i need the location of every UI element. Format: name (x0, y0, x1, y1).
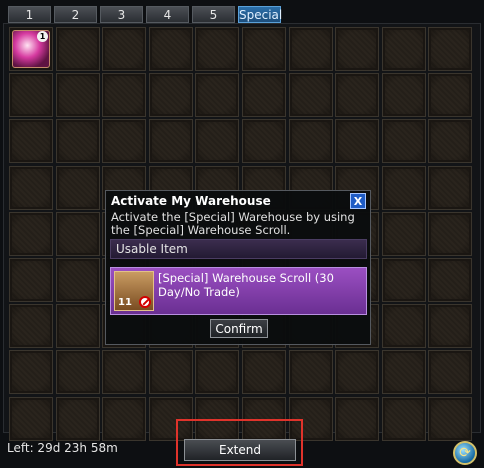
warehouse-slot[interactable] (9, 350, 53, 395)
warehouse-slot[interactable] (381, 165, 426, 210)
usable-item-header: Usable Item (110, 239, 367, 259)
warehouse-slot[interactable] (241, 350, 286, 395)
warehouse-slot[interactable] (102, 350, 147, 395)
warehouse-slot[interactable] (288, 27, 333, 71)
time-left: Left: 29d 23h 58m (7, 441, 118, 455)
warehouse-slot[interactable] (241, 119, 286, 164)
warehouse-slot[interactable] (428, 257, 473, 302)
tab-2[interactable]: 2 (54, 6, 97, 23)
warehouse-slot[interactable] (241, 27, 286, 71)
scroll-name: [Special] Warehouse Scroll (30 Day/No Tr… (158, 271, 334, 299)
warehouse-slot[interactable] (195, 119, 240, 164)
dialog-description: Activate the [Special] Warehouse by usin… (111, 210, 355, 237)
warehouse-slot[interactable] (55, 119, 100, 164)
warehouse-slot[interactable] (9, 119, 53, 164)
warehouse-slot[interactable] (55, 211, 100, 256)
warehouse-slot[interactable] (381, 27, 426, 71)
warehouse-slot[interactable] (381, 304, 426, 349)
gem-item-icon: 1 (12, 30, 50, 68)
warehouse-slot[interactable] (428, 165, 473, 210)
warehouse-slot[interactable] (102, 73, 147, 118)
warehouse-slot[interactable] (381, 73, 426, 118)
tab-1[interactable]: 1 (8, 6, 51, 23)
tab-bar: 1 2 3 4 5 Special (8, 6, 282, 24)
warehouse-slot[interactable] (55, 73, 100, 118)
dialog-title: Activate My Warehouse (111, 194, 271, 208)
warehouse-slot[interactable] (102, 396, 147, 441)
warehouse-slot[interactable] (381, 396, 426, 441)
warehouse-slot[interactable] (55, 350, 100, 395)
no-trade-icon (139, 296, 151, 308)
warehouse-slot[interactable] (9, 304, 53, 349)
warehouse-slot[interactable] (9, 165, 53, 210)
warehouse-slot[interactable] (55, 165, 100, 210)
warehouse-slot[interactable] (335, 350, 380, 395)
tab-3[interactable]: 3 (100, 6, 143, 23)
warehouse-slot[interactable] (381, 119, 426, 164)
warehouse-slot[interactable] (9, 73, 53, 118)
warehouse-slot[interactable] (428, 304, 473, 349)
tab-4[interactable]: 4 (146, 6, 189, 23)
warehouse-slot[interactable] (335, 27, 380, 71)
item-count: 1 (37, 31, 48, 42)
warehouse-slot[interactable] (428, 73, 473, 118)
tab-5[interactable]: 5 (192, 6, 235, 23)
confirm-button[interactable]: Confirm (210, 319, 268, 338)
warehouse-slot[interactable] (148, 350, 193, 395)
warehouse-slot[interactable] (148, 119, 193, 164)
warehouse-slot[interactable] (102, 27, 147, 71)
warehouse-slot[interactable] (335, 73, 380, 118)
warehouse-slot[interactable] (148, 27, 193, 71)
warehouse-slot[interactable] (335, 119, 380, 164)
warehouse-slot[interactable]: 1 (9, 27, 53, 71)
close-button[interactable]: X (350, 193, 366, 209)
extend-button[interactable]: Extend (184, 439, 296, 461)
scroll-count: 11 (118, 297, 132, 308)
warehouse-slot[interactable] (288, 119, 333, 164)
warehouse-slot[interactable] (195, 27, 240, 71)
warehouse-slot[interactable] (9, 211, 53, 256)
scroll-icon: 11 (114, 271, 154, 311)
warehouse-slot[interactable] (195, 73, 240, 118)
warehouse-slot[interactable] (288, 73, 333, 118)
warehouse-slot[interactable] (148, 73, 193, 118)
activate-warehouse-dialog: Activate My Warehouse X Activate the [Sp… (105, 190, 371, 345)
warehouse-slot[interactable] (288, 350, 333, 395)
tab-special[interactable]: Special (238, 6, 282, 23)
warehouse-slot[interactable] (335, 396, 380, 441)
warehouse-slot[interactable] (428, 211, 473, 256)
warehouse-slot[interactable] (55, 396, 100, 441)
refresh-icon[interactable]: ⟳ (453, 441, 477, 465)
warehouse-slot[interactable] (195, 350, 240, 395)
warehouse-slot[interactable] (241, 73, 286, 118)
warehouse-slot[interactable] (9, 257, 53, 302)
warehouse-slot[interactable] (381, 257, 426, 302)
warehouse-slot[interactable] (428, 27, 473, 71)
warehouse-slot[interactable] (381, 211, 426, 256)
warehouse-slot[interactable] (55, 27, 100, 71)
warehouse-slot[interactable] (381, 350, 426, 395)
warehouse-slot[interactable] (428, 119, 473, 164)
warehouse-slot[interactable] (428, 396, 473, 441)
warehouse-slot[interactable] (55, 304, 100, 349)
warehouse-slot[interactable] (9, 396, 53, 441)
warehouse-slot[interactable] (55, 257, 100, 302)
warehouse-slot[interactable] (428, 350, 473, 395)
warehouse-slot[interactable] (102, 119, 147, 164)
warehouse-scroll-item[interactable]: 11 [Special] Warehouse Scroll (30 Day/No… (110, 267, 367, 315)
